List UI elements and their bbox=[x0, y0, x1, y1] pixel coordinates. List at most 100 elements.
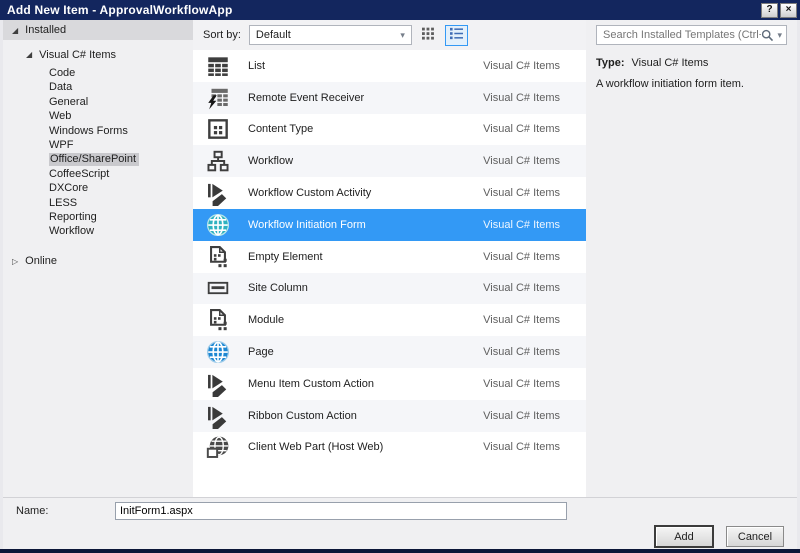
sidebar-item-windows-forms[interactable]: Windows Forms bbox=[3, 124, 193, 138]
template-type: Visual C# Items bbox=[483, 346, 560, 358]
template-row[interactable]: Workflow Custom ActivityVisual C# Items bbox=[193, 177, 586, 209]
template-list: List Visual C# Items Remote Event Receiver… bbox=[193, 50, 586, 497]
details-panel: ▾ Type: Visual C# Items A workflow initia… bbox=[586, 20, 797, 497]
help-button[interactable]: ? bbox=[761, 3, 778, 18]
tree-node-visual-csharp-items[interactable]: ◢ Visual C# Items bbox=[3, 46, 193, 63]
tree-node-installed[interactable]: ◢ Installed bbox=[3, 20, 193, 40]
template-list-panel: Sort by: Default ▾ List Visual C# Items Re… bbox=[193, 20, 586, 497]
template-name: Menu Item Custom Action bbox=[248, 378, 374, 390]
type-label: Type: bbox=[596, 57, 625, 69]
template-row[interactable]: Site ColumnVisual C# Items bbox=[193, 273, 586, 305]
template-row[interactable]: List Visual C# Items bbox=[193, 50, 586, 82]
sidebar-item-wpf[interactable]: WPF bbox=[3, 138, 193, 152]
category-label: Office/SharePoint bbox=[49, 153, 139, 166]
template-row[interactable]: Empty ElementVisual C# Items bbox=[193, 241, 586, 273]
sidebar-item-web[interactable]: Web bbox=[3, 109, 193, 123]
template-type: Visual C# Items bbox=[483, 378, 560, 390]
doc-dots-icon bbox=[205, 244, 231, 270]
template-type: Visual C# Items bbox=[483, 314, 560, 326]
sort-by-label: Sort by: bbox=[203, 29, 241, 41]
online-label: Online bbox=[25, 255, 57, 267]
template-name: Remote Event Receiver bbox=[248, 92, 364, 104]
sidebar-item-general[interactable]: General bbox=[3, 95, 193, 109]
template-description: A workflow initiation form item. bbox=[596, 78, 787, 90]
sidebar-item-less[interactable]: LESS bbox=[3, 196, 193, 210]
category-label: WPF bbox=[49, 139, 73, 151]
category-label: General bbox=[49, 96, 88, 108]
sidebar-item-coffeescript[interactable]: CoffeeScript bbox=[3, 167, 193, 181]
tree-node-online[interactable]: ▷ Online bbox=[3, 253, 193, 270]
table-icon bbox=[205, 53, 231, 79]
sort-by-dropdown[interactable]: Default ▾ bbox=[249, 25, 412, 45]
search-input[interactable] bbox=[603, 29, 761, 41]
category-label: Reporting bbox=[49, 211, 97, 223]
template-name: Ribbon Custom Action bbox=[248, 410, 357, 422]
cancel-button[interactable]: Cancel bbox=[726, 526, 784, 547]
template-name: Module bbox=[248, 314, 284, 326]
template-type: Visual C# Items bbox=[483, 60, 560, 72]
collapsed-triangle-icon: ▷ bbox=[12, 257, 18, 266]
play-pencil-icon bbox=[205, 371, 231, 397]
template-type: Visual C# Items bbox=[483, 441, 560, 453]
doc-dots-icon bbox=[205, 307, 231, 333]
content-type-icon bbox=[205, 116, 231, 142]
expanded-triangle-icon: ◢ bbox=[26, 50, 32, 59]
template-category-tree: ◢ Installed ◢ Visual C# Items Code Data Ge… bbox=[3, 20, 193, 497]
group-label: Visual C# Items bbox=[39, 49, 116, 61]
name-input[interactable] bbox=[115, 502, 567, 520]
template-row[interactable]: Client Web Part (Host Web) Visual C# Item… bbox=[193, 432, 586, 464]
category-label: Web bbox=[49, 110, 71, 122]
category-label: Code bbox=[49, 67, 75, 79]
type-value: Visual C# Items bbox=[632, 57, 709, 69]
sidebar-item-data[interactable]: Data bbox=[3, 80, 193, 94]
close-button[interactable]: × bbox=[780, 3, 797, 18]
add-button[interactable]: Add bbox=[655, 526, 713, 547]
template-row[interactable]: Content Type Visual C# Items bbox=[193, 114, 586, 146]
template-type: Visual C# Items bbox=[483, 282, 560, 294]
sidebar-item-workflow[interactable]: Workflow bbox=[3, 224, 193, 238]
sidebar-item-code[interactable]: Code bbox=[3, 66, 193, 80]
installed-label: Installed bbox=[25, 24, 66, 36]
sort-by-value: Default bbox=[256, 29, 291, 41]
sidebar-item-dxcore[interactable]: DXCore bbox=[3, 181, 193, 195]
category-label: Data bbox=[49, 81, 72, 93]
template-row[interactable]: Page Visual C# Items bbox=[193, 336, 586, 368]
dialog-body: ◢ Installed ◢ Visual C# Items Code Data Ge… bbox=[0, 20, 800, 549]
category-label: DXCore bbox=[49, 182, 88, 194]
sidebar-item-office-sharepoint[interactable]: Office/SharePoint bbox=[3, 152, 193, 166]
template-row[interactable]: Module Visual C# Items bbox=[193, 304, 586, 336]
template-name: List bbox=[248, 60, 265, 72]
category-label: Workflow bbox=[49, 225, 94, 237]
search-box[interactable]: ▾ bbox=[596, 25, 787, 45]
dialog-title: Add New Item - ApprovalWorkflowApp bbox=[7, 3, 759, 17]
template-name: Client Web Part (Host Web) bbox=[248, 441, 383, 453]
template-type: Visual C# Items bbox=[483, 410, 560, 422]
template-row[interactable]: Workflow Initiation FormVisual C# Items bbox=[193, 209, 586, 241]
template-type: Visual C# Items bbox=[483, 123, 560, 135]
search-dropdown-icon[interactable]: ▾ bbox=[777, 30, 782, 41]
small-icons-view-button[interactable] bbox=[417, 25, 440, 46]
list-view-button[interactable] bbox=[445, 25, 468, 46]
expanded-triangle-icon: ◢ bbox=[12, 26, 18, 35]
template-type: Visual C# Items bbox=[483, 187, 560, 199]
add-new-item-dialog: Add New Item - ApprovalWorkflowApp ? × ◢… bbox=[0, 0, 800, 553]
chevron-down-icon: ▾ bbox=[400, 30, 405, 41]
globe-teal-icon bbox=[205, 212, 231, 238]
category-label: CoffeeScript bbox=[49, 168, 109, 180]
template-row[interactable]: Remote Event ReceiverVisual C# Items bbox=[193, 82, 586, 114]
template-row[interactable]: Ribbon Custom Action Visual C# Items bbox=[193, 400, 586, 432]
category-label: Windows Forms bbox=[49, 125, 128, 137]
list-view-icon bbox=[450, 27, 463, 43]
small-icons-view-icon bbox=[422, 27, 435, 43]
sort-bar: Sort by: Default ▾ bbox=[193, 20, 586, 50]
template-name: Workflow Initiation Form bbox=[248, 219, 366, 231]
template-name: Page bbox=[248, 346, 274, 358]
globe-box-icon bbox=[205, 434, 231, 460]
template-row[interactable]: WorkflowVisual C# Items bbox=[193, 145, 586, 177]
template-type: Visual C# Items bbox=[483, 155, 560, 167]
org-chart-icon bbox=[205, 148, 231, 174]
sidebar-item-reporting[interactable]: Reporting bbox=[3, 210, 193, 224]
template-row[interactable]: Menu Item Custom Action Visual C# Items bbox=[193, 368, 586, 400]
template-name: Content Type bbox=[248, 123, 313, 135]
category-label: LESS bbox=[49, 197, 77, 209]
